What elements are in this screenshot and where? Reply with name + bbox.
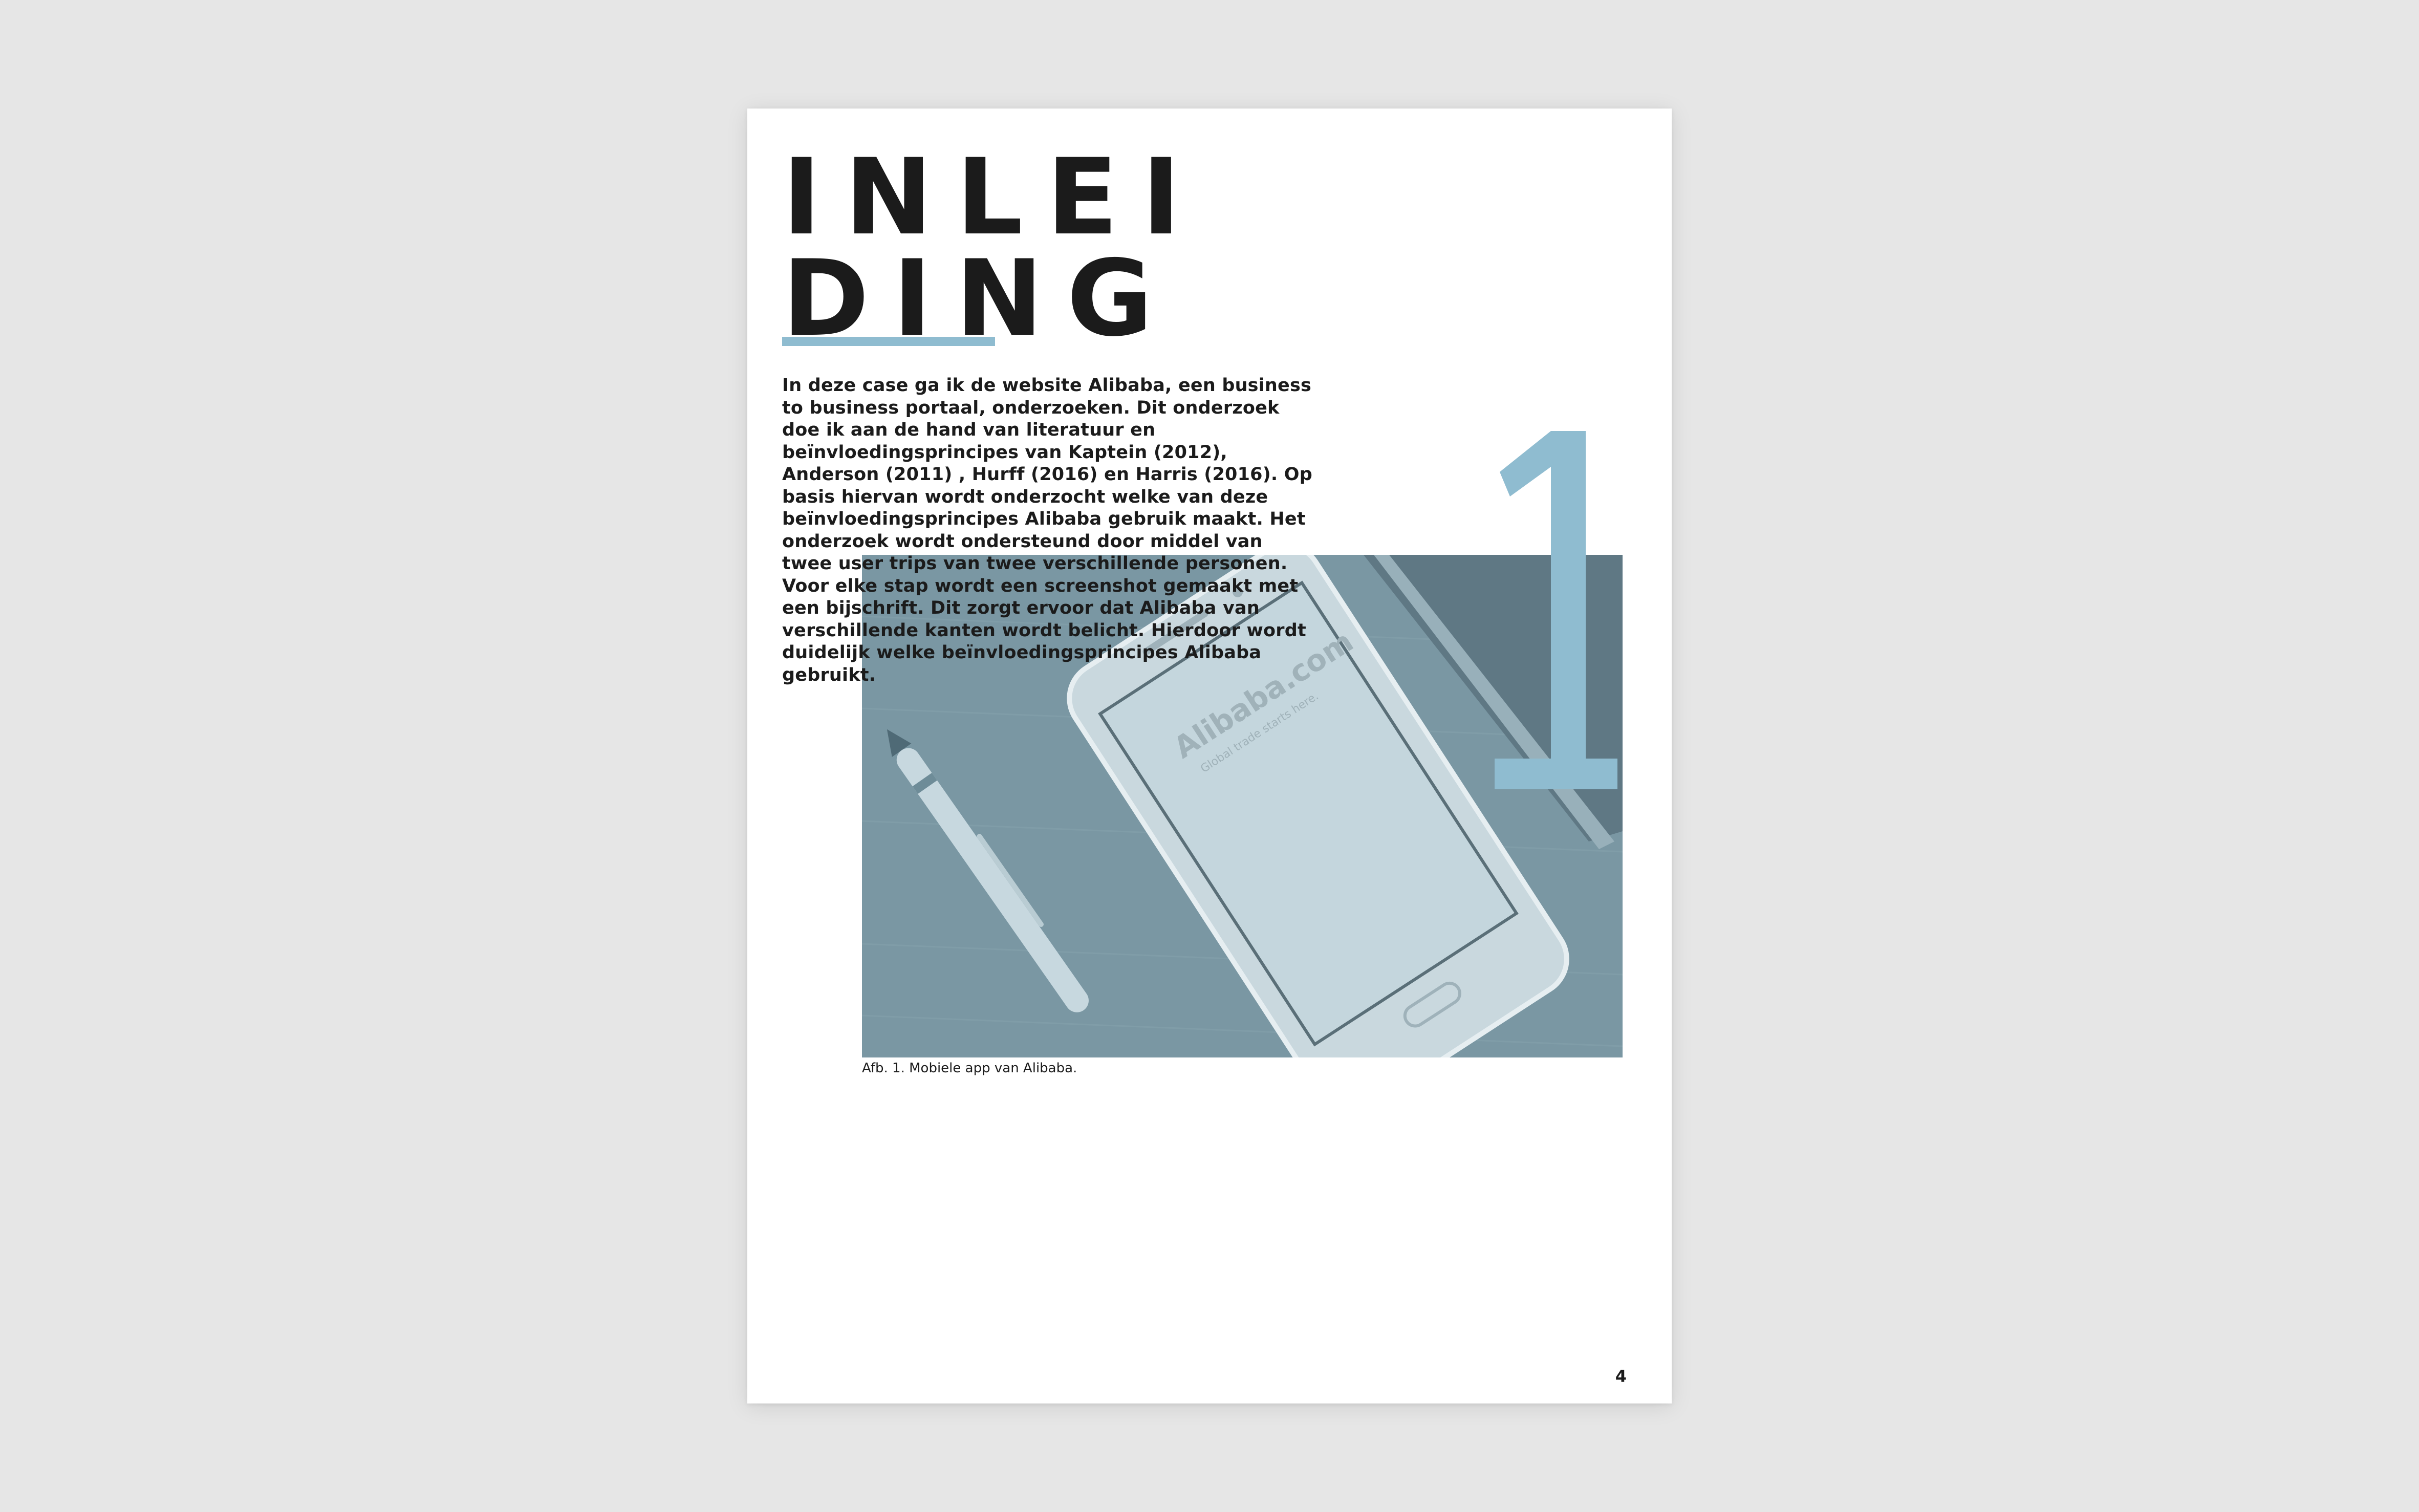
title-underline-accent	[782, 337, 995, 346]
chapter-title-line-1: INLEI	[782, 137, 1204, 258]
page-number: 4	[1615, 1367, 1627, 1386]
chapter-title-line-2: DING	[782, 238, 1177, 360]
intro-paragraph: In deze case ga ik de website Alibaba, e…	[782, 375, 1312, 685]
figure-caption: Afb. 1. Mobiele app van Alibaba.	[862, 1061, 1077, 1076]
document-page: INLEI DING Alibaba.com Global trade star…	[747, 109, 1672, 1403]
chapter-number-1	[1413, 431, 1672, 810]
